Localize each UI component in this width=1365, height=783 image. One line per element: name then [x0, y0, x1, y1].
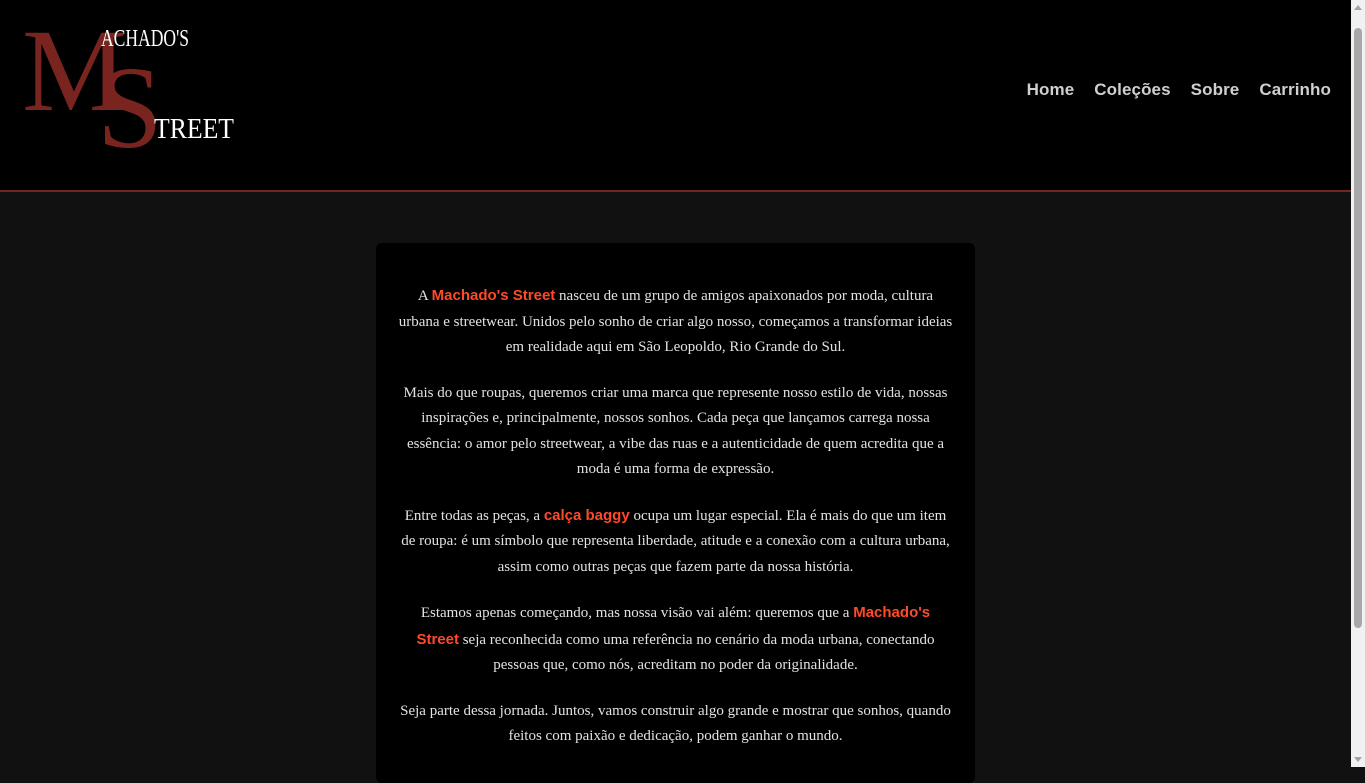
logo-word-achados: ACHADO'S [101, 26, 189, 52]
product-highlight: calça baggy [543, 506, 630, 524]
about-paragraph-3: Entre todas as peças, a calça baggy ocup… [398, 503, 953, 581]
logo-letter-s: S [97, 42, 163, 154]
about-paragraph-4: Estamos apenas começando, mas nossa visã… [398, 600, 953, 679]
p4-text-before: Estamos apenas começando, mas nossa visã… [420, 605, 854, 621]
about-content-card: A Machado's Street nasceu de um grupo de… [376, 243, 975, 783]
page-scrollbar[interactable] [1351, 0, 1365, 767]
scroll-up-arrow-icon[interactable] [1354, 5, 1362, 10]
site-header: M S ACHADO'S TREET Home Coleções Sobre C… [0, 0, 1351, 192]
about-paragraph-1: A Machado's Street nasceu de um grupo de… [398, 283, 953, 361]
p4-text-after: seja reconhecida como uma referência no … [458, 631, 935, 674]
about-paragraph-5: Seja parte dessa jornada. Juntos, vamos … [400, 702, 951, 745]
logo-word-treet: TREET [154, 113, 234, 145]
scrollbar-thumb[interactable] [1354, 28, 1362, 628]
main-nav: Home Coleções Sobre Carrinho [1027, 80, 1331, 100]
site-logo[interactable]: M S ACHADO'S TREET [22, 22, 242, 154]
p3-text-before: Entre todas as peças, a [404, 507, 544, 524]
logo-graphic: M S ACHADO'S TREET [22, 22, 234, 154]
scroll-down-arrow-icon[interactable] [1354, 757, 1362, 762]
p1-text-before: A [417, 288, 432, 304]
brand-highlight: Machado's Street [431, 287, 556, 304]
nav-sobre-link[interactable]: Sobre [1191, 80, 1240, 100]
nav-colecoes-link[interactable]: Coleções [1094, 80, 1170, 100]
about-paragraph-2: Mais do que roupas, queremos criar uma m… [403, 384, 948, 478]
nav-carrinho-link[interactable]: Carrinho [1259, 80, 1331, 100]
nav-home-link[interactable]: Home [1027, 80, 1075, 100]
